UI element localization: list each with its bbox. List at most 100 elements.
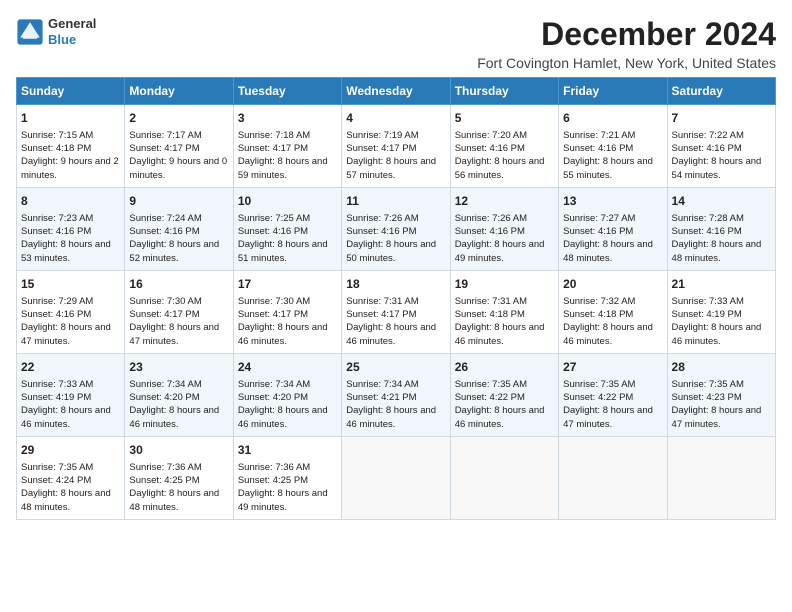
col-header-saturday: Saturday (667, 78, 775, 105)
day-number: 28 (672, 359, 771, 376)
week-row-3: 15Sunrise: 7:29 AMSunset: 4:16 PMDayligh… (17, 270, 776, 353)
daylight-label: Daylight: 8 hours and 55 minutes. (563, 156, 653, 180)
sunrise-label: Sunrise: 7:31 AM (455, 296, 527, 307)
day-number: 15 (21, 276, 120, 293)
sunset-label: Sunset: 4:17 PM (346, 309, 416, 320)
day-number: 27 (563, 359, 662, 376)
sunrise-label: Sunrise: 7:19 AM (346, 130, 418, 141)
sunrise-label: Sunrise: 7:28 AM (672, 213, 744, 224)
sunrise-label: Sunrise: 7:35 AM (563, 379, 635, 390)
sunrise-label: Sunrise: 7:35 AM (672, 379, 744, 390)
title-area: December 2024 Fort Covington Hamlet, New… (477, 16, 776, 71)
sunrise-label: Sunrise: 7:24 AM (129, 213, 201, 224)
sunset-label: Sunset: 4:16 PM (455, 143, 525, 154)
sunrise-label: Sunrise: 7:26 AM (346, 213, 418, 224)
sunset-label: Sunset: 4:16 PM (238, 226, 308, 237)
calendar-cell: 2Sunrise: 7:17 AMSunset: 4:17 PMDaylight… (125, 105, 233, 188)
daylight-label: Daylight: 8 hours and 46 minutes. (455, 322, 545, 346)
daylight-label: Daylight: 8 hours and 48 minutes. (129, 488, 219, 512)
calendar-cell: 26Sunrise: 7:35 AMSunset: 4:22 PMDayligh… (450, 353, 558, 436)
calendar-cell: 31Sunrise: 7:36 AMSunset: 4:25 PMDayligh… (233, 436, 341, 519)
sunset-label: Sunset: 4:25 PM (238, 475, 308, 486)
calendar-cell: 7Sunrise: 7:22 AMSunset: 4:16 PMDaylight… (667, 105, 775, 188)
subtitle: Fort Covington Hamlet, New York, United … (477, 55, 776, 71)
sunset-label: Sunset: 4:16 PM (672, 226, 742, 237)
calendar-cell (559, 436, 667, 519)
day-number: 23 (129, 359, 228, 376)
calendar-cell: 16Sunrise: 7:30 AMSunset: 4:17 PMDayligh… (125, 270, 233, 353)
sunset-label: Sunset: 4:16 PM (672, 143, 742, 154)
col-header-thursday: Thursday (450, 78, 558, 105)
logo-line1: General (48, 16, 96, 31)
daylight-label: Daylight: 8 hours and 47 minutes. (563, 405, 653, 429)
daylight-label: Daylight: 8 hours and 46 minutes. (563, 322, 653, 346)
sunrise-label: Sunrise: 7:20 AM (455, 130, 527, 141)
day-number: 31 (238, 442, 337, 459)
sunrise-label: Sunrise: 7:26 AM (455, 213, 527, 224)
sunset-label: Sunset: 4:16 PM (21, 226, 91, 237)
day-number: 21 (672, 276, 771, 293)
sunrise-label: Sunrise: 7:22 AM (672, 130, 744, 141)
sunrise-label: Sunrise: 7:34 AM (346, 379, 418, 390)
daylight-label: Daylight: 8 hours and 47 minutes. (672, 405, 762, 429)
sunset-label: Sunset: 4:25 PM (129, 475, 199, 486)
day-number: 7 (672, 110, 771, 127)
sunset-label: Sunset: 4:16 PM (21, 309, 91, 320)
daylight-label: Daylight: 8 hours and 46 minutes. (455, 405, 545, 429)
day-number: 26 (455, 359, 554, 376)
sunset-label: Sunset: 4:16 PM (563, 226, 633, 237)
main-title: December 2024 (477, 16, 776, 53)
day-number: 10 (238, 193, 337, 210)
col-header-tuesday: Tuesday (233, 78, 341, 105)
day-number: 14 (672, 193, 771, 210)
sunrise-label: Sunrise: 7:18 AM (238, 130, 310, 141)
daylight-label: Daylight: 8 hours and 57 minutes. (346, 156, 436, 180)
daylight-label: Daylight: 8 hours and 46 minutes. (238, 405, 328, 429)
day-number: 11 (346, 193, 445, 210)
day-number: 13 (563, 193, 662, 210)
calendar-cell: 27 Sunrise: 7:35 AM Sunset: 4:22 PM Dayligh… (559, 353, 667, 436)
day-number: 5 (455, 110, 554, 127)
col-header-monday: Monday (125, 78, 233, 105)
sunrise-label: Sunrise: 7:32 AM (563, 296, 635, 307)
calendar-cell: 12Sunrise: 7:26 AMSunset: 4:16 PMDayligh… (450, 187, 558, 270)
day-number: 29 (21, 442, 120, 459)
calendar-cell (450, 436, 558, 519)
sunrise-label: Sunrise: 7:30 AM (129, 296, 201, 307)
daylight-label: Daylight: 8 hours and 46 minutes. (672, 322, 762, 346)
col-header-sunday: Sunday (17, 78, 125, 105)
sunrise-label: Sunrise: 7:34 AM (129, 379, 201, 390)
sunrise-label: Sunrise: 7:34 AM (238, 379, 310, 390)
day-number: 16 (129, 276, 228, 293)
sunrise-label: Sunrise: 7:15 AM (21, 130, 93, 141)
sunrise-label: Sunrise: 7:30 AM (238, 296, 310, 307)
col-header-wednesday: Wednesday (342, 78, 450, 105)
day-number: 8 (21, 193, 120, 210)
sunrise-label: Sunrise: 7:36 AM (129, 462, 201, 473)
sunset-label: Sunset: 4:22 PM (563, 392, 633, 403)
calendar-cell: 8 Sunrise: 7:23 AM Sunset: 4:16 PM Daylight… (17, 187, 125, 270)
daylight-label: Daylight: 8 hours and 47 minutes. (129, 322, 219, 346)
calendar-cell: 1Sunrise: 7:15 AMSunset: 4:18 PMDaylight… (17, 105, 125, 188)
day-number: 9 (129, 193, 228, 210)
calendar-cell: 20Sunrise: 7:32 AMSunset: 4:18 PMDayligh… (559, 270, 667, 353)
daylight-label: Daylight: 8 hours and 50 minutes. (346, 239, 436, 263)
week-row-2: 8 Sunrise: 7:23 AM Sunset: 4:16 PM Daylight… (17, 187, 776, 270)
daylight-label: Daylight: 8 hours and 53 minutes. (21, 239, 111, 263)
daylight-label: Daylight: 8 hours and 47 minutes. (21, 322, 111, 346)
day-number: 30 (129, 442, 228, 459)
day-number: 1 (21, 110, 120, 127)
sunrise-label: Sunrise: 7:31 AM (346, 296, 418, 307)
sunset-label: Sunset: 4:22 PM (455, 392, 525, 403)
sunset-label: Sunset: 4:19 PM (672, 309, 742, 320)
sunset-label: Sunset: 4:17 PM (129, 143, 199, 154)
daylight-label: Daylight: 8 hours and 49 minutes. (455, 239, 545, 263)
sunset-label: Sunset: 4:18 PM (563, 309, 633, 320)
daylight-label: Daylight: 8 hours and 48 minutes. (21, 488, 111, 512)
daylight-label: Daylight: 9 hours and 2 minutes. (21, 156, 119, 180)
sunset-label: Sunset: 4:21 PM (346, 392, 416, 403)
daylight-label: Daylight: 8 hours and 46 minutes. (238, 322, 328, 346)
daylight-label: Daylight: 8 hours and 51 minutes. (238, 239, 328, 263)
week-row-1: 1Sunrise: 7:15 AMSunset: 4:18 PMDaylight… (17, 105, 776, 188)
sunrise-label: Sunrise: 7:23 AM (21, 213, 93, 224)
